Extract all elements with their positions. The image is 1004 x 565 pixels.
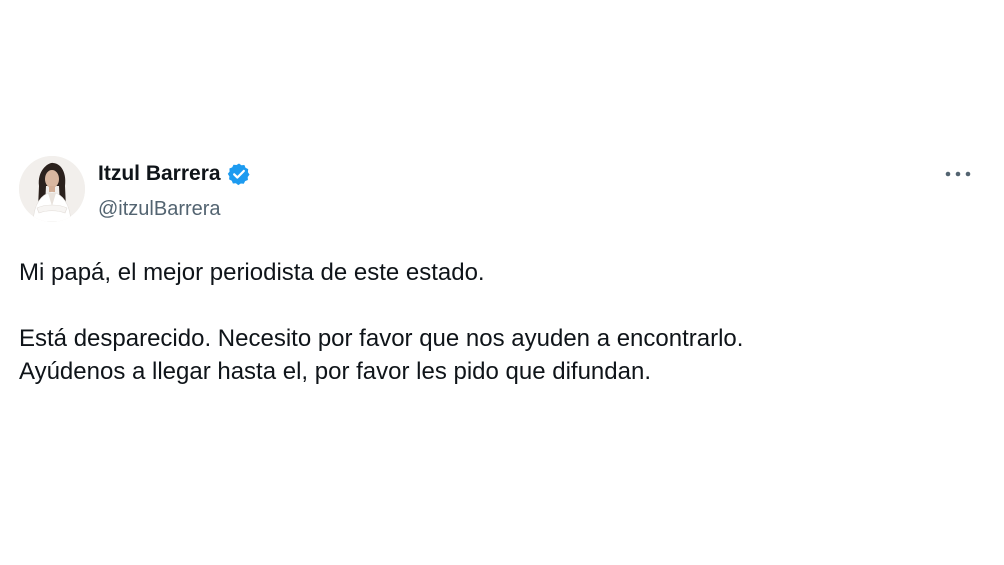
tweet-paragraph: Está desparecido. Necesito por favor que…	[19, 325, 744, 352]
profile-photo	[19, 156, 85, 222]
author-name-row: Itzul Barrera	[98, 161, 251, 187]
verified-badge-icon	[227, 162, 251, 186]
author-display-name[interactable]: Itzul Barrera	[98, 161, 221, 187]
tweet-text: Mi papá, el mejor periodista de este est…	[19, 256, 979, 388]
author-handle[interactable]: @itzulBarrera	[98, 197, 221, 221]
tweet-paragraph: Mi papá, el mejor periodista de este est…	[19, 259, 485, 286]
tweet-paragraph: Ayúdenos a llegar hasta el, por favor le…	[19, 358, 651, 385]
tweet-card: Itzul Barrera @itzulBarrera Mi papá, el …	[0, 0, 1004, 565]
more-options-button[interactable]	[940, 162, 976, 186]
more-horizontal-icon	[945, 171, 971, 177]
avatar[interactable]	[19, 156, 85, 222]
